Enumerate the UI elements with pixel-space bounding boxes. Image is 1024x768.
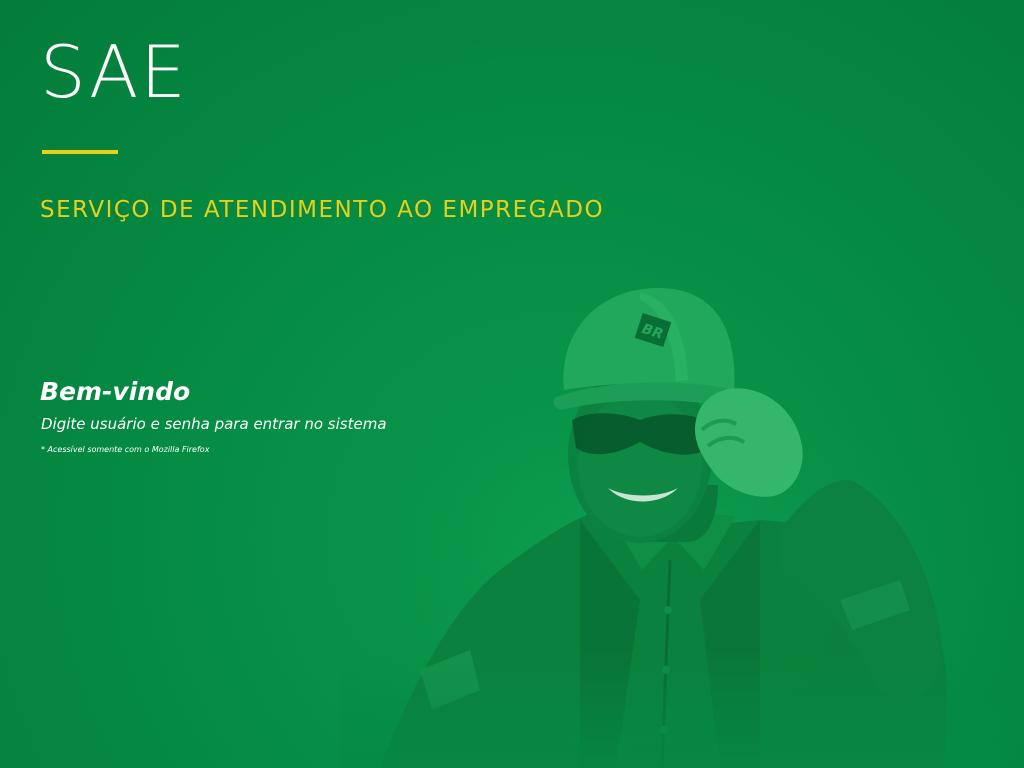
app-subtitle: SERVIÇO DE ATENDIMENTO AO EMPREGADO xyxy=(40,197,605,223)
browser-compatibility-note: * Acessível somente com o Mozilla Firefo… xyxy=(41,445,210,454)
login-page: SAE SERVIÇO DE ATENDIMENTO AO EMPREGADO … xyxy=(0,0,1024,768)
worker-photo: BR xyxy=(340,288,1000,768)
app-title: SAE xyxy=(40,30,188,114)
welcome-title: Bem-vindo xyxy=(40,377,191,406)
hard-hat: BR xyxy=(553,288,747,410)
welcome-block: Bem-vindo Digite usuário e senha para en… xyxy=(40,376,387,456)
login-instructions: Digite usuário e senha para entrar no si… xyxy=(41,415,387,433)
title-divider xyxy=(42,150,118,154)
